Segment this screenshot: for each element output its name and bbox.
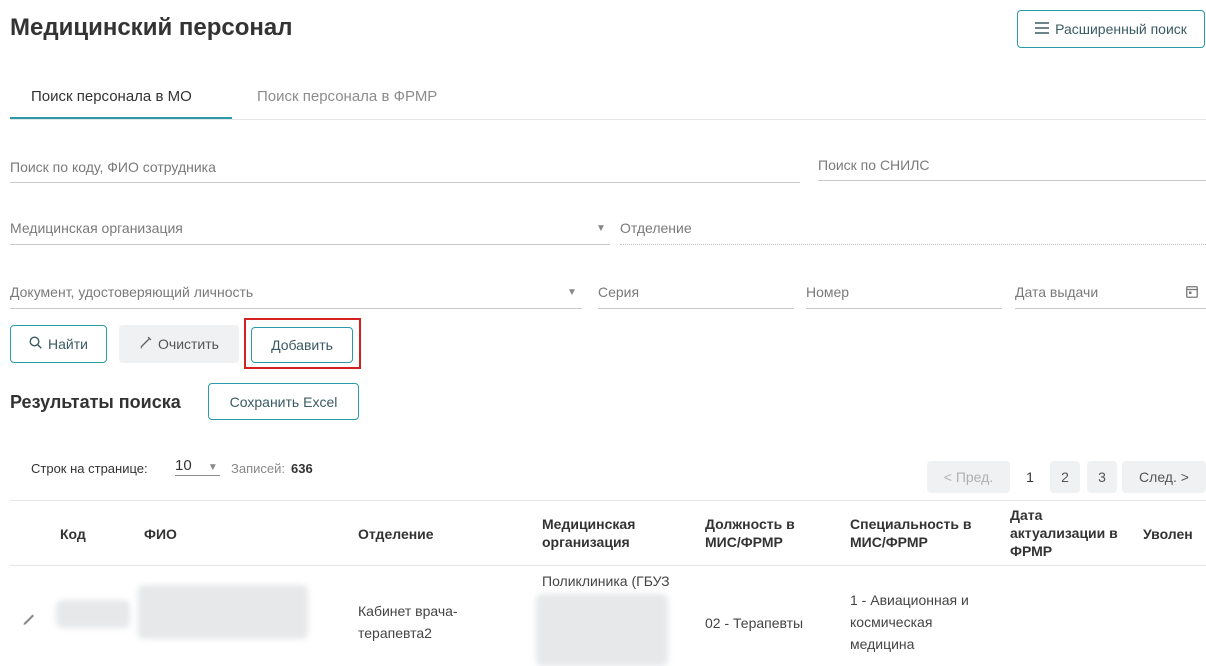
page-1-button[interactable]: 1 [1015,461,1045,493]
code-fio-underline [10,182,800,183]
med-org-select[interactable]: Медицинская организация [10,220,183,236]
issue-date-underline [1015,308,1206,309]
column-header-position[interactable]: Должность в МИС/ФРМР [705,515,825,551]
department-select[interactable]: Отделение [620,220,692,236]
table-top-divider [10,500,1206,501]
rows-per-page-value: 10 [175,457,192,474]
results-title: Результаты поиска [10,392,181,412]
number-underline [806,308,1002,309]
rows-per-page-select[interactable]: 10 ▼ [175,457,220,476]
page-title: Медицинский персонал [10,14,293,41]
series-underline [598,308,794,309]
column-header-specialty[interactable]: Специальность в МИС/ФРМР [850,515,990,551]
eraser-icon [139,336,152,352]
code-redacted [56,600,130,628]
export-excel-button[interactable]: Сохранить Excel [208,383,359,420]
position-cell: 02 - Терапевты [705,615,804,631]
find-label: Найти [48,336,88,352]
caret-down-icon[interactable]: ▼ [596,223,606,234]
series-input[interactable]: Серия [598,284,639,300]
tab-search-frmr[interactable]: Поиск персонала в ФРМР [257,88,437,105]
clear-button[interactable]: Очистить [119,325,239,363]
specialty-cell: 1 - Авиационная и космическая медицина [850,592,969,652]
records-label: Записей: [231,461,285,476]
code-fio-search-input[interactable]: Поиск по коду, ФИО сотрудника [10,159,216,175]
advanced-search-label: Расширенный поиск [1055,21,1187,37]
caret-down-icon: ▼ [207,462,218,473]
tabs-divider [10,119,1206,120]
department-cell: Кабинет врача-терапевта2 [358,603,458,641]
issue-date-input[interactable]: Дата выдачи [1015,284,1098,300]
prev-page-button[interactable]: < Пред. [927,461,1010,493]
fio-redacted [138,585,308,639]
highlight-frame [244,318,361,369]
column-header-fio[interactable]: ФИО [144,525,177,543]
snils-underline [818,180,1206,181]
advanced-search-button[interactable]: Расширенный поиск [1017,10,1205,48]
search-icon [29,336,42,352]
records-count: Записей: 636 [231,461,313,476]
column-header-organization[interactable]: Медицинская организация [542,515,682,551]
department-underline [620,244,1206,245]
clear-label: Очистить [158,336,219,352]
number-input[interactable]: Номер [806,284,849,300]
organization-redacted [536,594,668,666]
column-header-update-date[interactable]: Дата актуализации в ФРМР [1010,506,1120,560]
organization-cell: Поликлиника (ГБУЗ [542,573,670,589]
find-button[interactable]: Найти [10,325,107,363]
tab-search-mo[interactable]: Поиск персонала в МО [31,88,192,105]
snils-search-input[interactable]: Поиск по СНИЛС [818,157,930,173]
document-underline [10,308,582,309]
column-header-department[interactable]: Отделение [358,525,434,543]
document-type-select[interactable]: Документ, удостоверяющий личность [10,284,253,300]
next-page-button[interactable]: След. > [1122,461,1206,493]
edit-pencil-icon[interactable] [22,611,36,630]
active-tab-indicator [10,117,232,119]
column-header-fired[interactable]: Уволен [1143,525,1193,543]
menu-lines-icon [1035,21,1050,37]
table-header-divider [10,565,1206,566]
page-3-button[interactable]: 3 [1087,461,1117,493]
caret-down-icon[interactable]: ▼ [567,287,577,298]
med-org-underline [10,244,610,245]
rows-per-page-label: Строк на странице: [31,461,148,476]
records-value: 636 [291,461,313,476]
calendar-icon[interactable] [1186,285,1198,303]
column-header-code[interactable]: Код [60,525,86,543]
page-2-button[interactable]: 2 [1050,461,1080,493]
